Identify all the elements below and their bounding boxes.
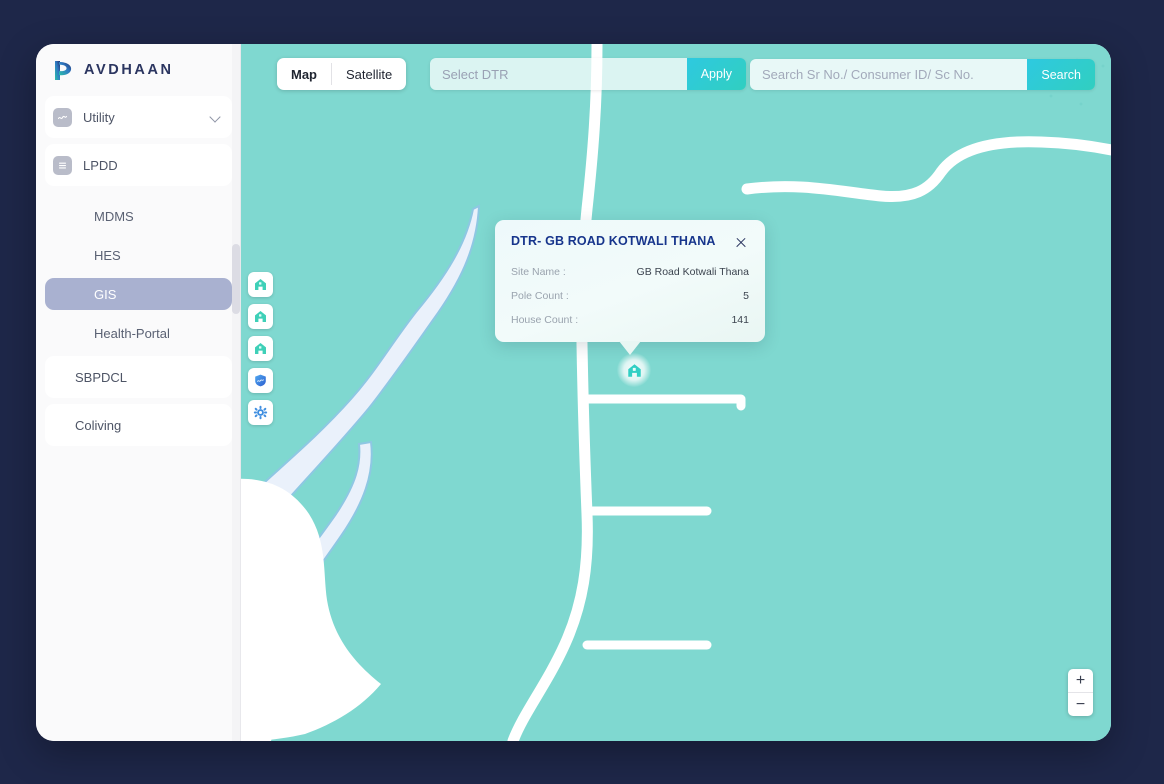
sidebar-item-label: SBPDCL: [75, 369, 128, 385]
popup-title: DTR- GB ROAD KOTWALI THANA: [511, 234, 716, 248]
apply-button[interactable]: Apply: [686, 58, 746, 90]
brand-name: AVDHAAN: [84, 62, 174, 78]
dtr-info-popup: DTR- GB ROAD KOTWALI THANA Site Name : G…: [495, 220, 765, 355]
dtr-select-input[interactable]: [430, 58, 687, 90]
sidebar-sub-label: GIS: [94, 286, 117, 302]
sidebar-item-label: Coliving: [75, 417, 122, 433]
map-canvas[interactable]: Map Satellite Apply Search: [241, 44, 1111, 741]
sidebar-sub-label: Health-Portal: [94, 325, 170, 341]
sidebar-scrollbar-track[interactable]: [232, 44, 240, 741]
zoom-in-button[interactable]: +: [1068, 669, 1093, 692]
sidebar-sub-label: HES: [94, 247, 121, 263]
sidebar-item-utility[interactable]: Utility: [45, 96, 232, 138]
house-icon: [255, 311, 266, 322]
popup-row-key: Site Name :: [511, 266, 566, 278]
sidebar-sub-list: MDMS HES GIS Health-Portal: [36, 192, 241, 349]
sidebar-item-lpdd[interactable]: LPDD: [45, 144, 232, 186]
sidebar-item-gis[interactable]: GIS: [45, 278, 232, 310]
map-type-map-button[interactable]: Map: [277, 58, 331, 90]
map-type-toggle[interactable]: Map Satellite: [277, 58, 407, 90]
sidebar-sub-label: MDMS: [94, 208, 134, 224]
house-marker-icon: [627, 363, 641, 377]
map-tool-house-3[interactable]: [248, 336, 273, 361]
gear-icon: [253, 405, 268, 420]
popup-row-value: 141: [731, 314, 749, 326]
sidebar-item-sbpdcl[interactable]: SBPDCL: [45, 356, 232, 398]
sidebar-item-mdms[interactable]: MDMS: [45, 200, 232, 232]
app-window: AVDHAAN Utility LPDD MDMS HES GIS Health…: [36, 44, 1111, 741]
sidebar-nav: Utility LPDD: [36, 96, 241, 186]
search-group[interactable]: Search: [750, 59, 1095, 90]
map-zoom-controls: + −: [1068, 669, 1093, 716]
close-icon[interactable]: [733, 234, 749, 250]
sidebar: AVDHAAN Utility LPDD MDMS HES GIS Health…: [36, 44, 241, 741]
sidebar-item-health-portal[interactable]: Health-Portal: [45, 317, 232, 349]
map-tool-house-1[interactable]: [248, 272, 273, 297]
popup-header: DTR- GB ROAD KOTWALI THANA: [511, 234, 749, 250]
popup-row-house-count: House Count : 141: [511, 314, 749, 326]
dtr-map-marker[interactable]: [617, 353, 651, 387]
map-tool-house-2[interactable]: [248, 304, 273, 329]
sidebar-item-label: Utility: [83, 109, 115, 125]
sidebar-item-label: LPDD: [83, 157, 118, 173]
house-icon: [255, 343, 266, 354]
avdhaan-logo-icon: [52, 60, 73, 81]
popup-row-value: GB Road Kotwali Thana: [636, 266, 749, 278]
map-tools: [248, 272, 273, 425]
dtr-select-group[interactable]: Apply: [430, 58, 746, 90]
popup-row-pole-count: Pole Count : 5: [511, 290, 749, 302]
map-tool-shield[interactable]: [248, 368, 273, 393]
list-lines-icon: [53, 155, 72, 175]
popup-row-site-name: Site Name : GB Road Kotwali Thana: [511, 266, 749, 278]
sidebar-plain-group: SBPDCL Coliving: [36, 356, 241, 446]
popup-row-value: 5: [743, 290, 749, 302]
zoom-out-button[interactable]: −: [1068, 693, 1093, 716]
house-icon: [255, 279, 266, 290]
sidebar-scrollbar-thumb[interactable]: [232, 244, 240, 314]
popup-row-key: Pole Count :: [511, 290, 569, 302]
popup-row-key: House Count :: [511, 314, 579, 326]
chart-wave-icon: [53, 107, 72, 127]
search-button[interactable]: Search: [1027, 59, 1095, 90]
map-type-satellite-button[interactable]: Satellite: [332, 58, 406, 90]
chevron-down-icon[interactable]: [210, 112, 221, 123]
brand: AVDHAAN: [36, 44, 241, 96]
map-tool-gear[interactable]: [248, 400, 273, 425]
sidebar-item-coliving[interactable]: Coliving: [45, 404, 232, 446]
sidebar-item-hes[interactable]: HES: [45, 239, 232, 271]
map-graphics: [241, 44, 1111, 741]
shield-chart-icon: [255, 374, 266, 387]
search-input[interactable]: [750, 59, 1028, 90]
